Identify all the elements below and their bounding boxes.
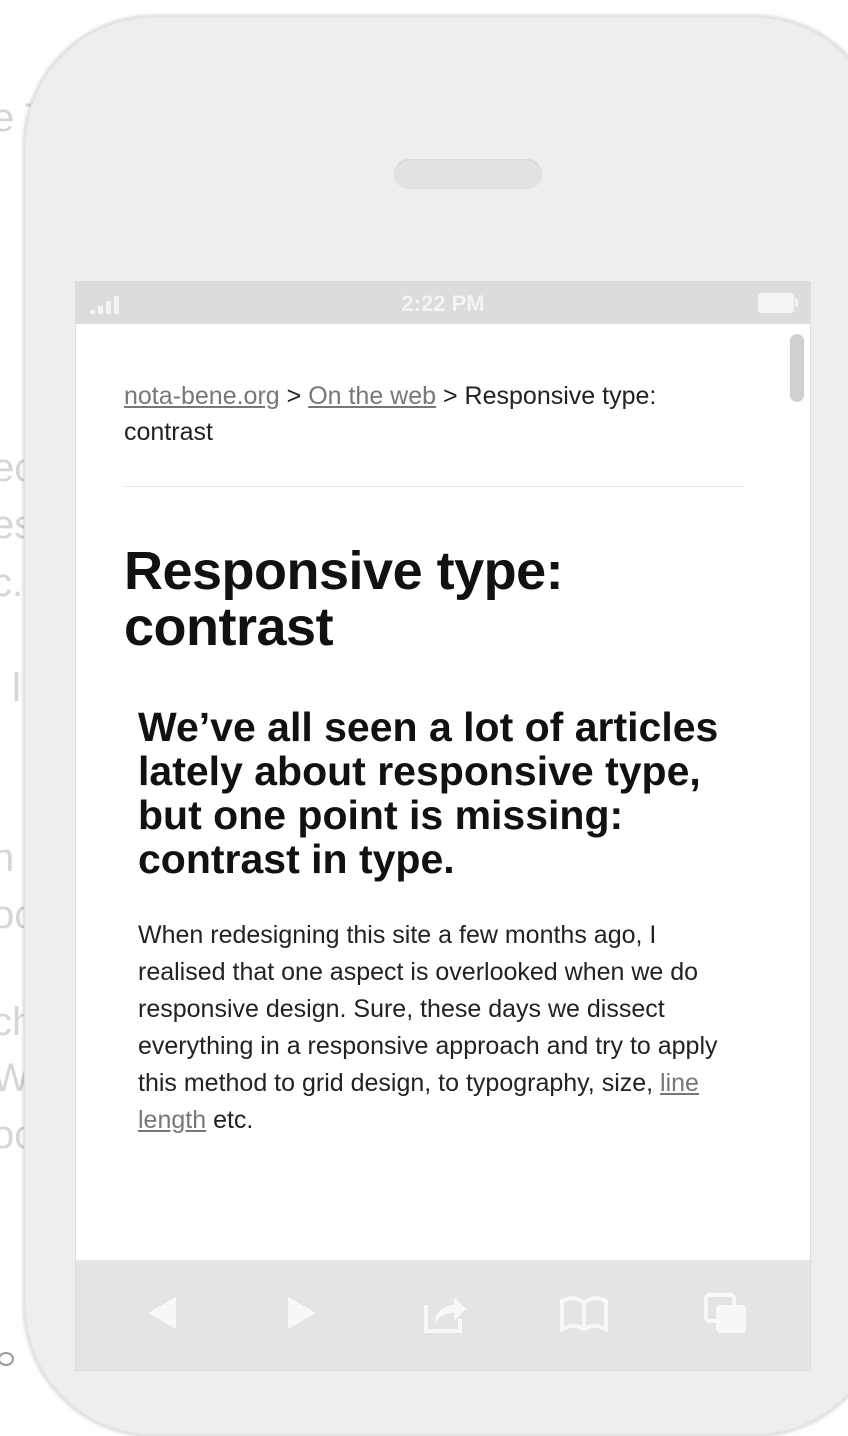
article-lead: We’ve all seen a lot of articles lately … [138,704,719,882]
status-time: 2:22 PM [401,291,485,316]
body-text: etc. [206,1106,254,1134]
article-body: When redesigning this site a few months … [138,917,746,1139]
background-text-fragment: c. [0,561,24,605]
breadcrumb-link-section[interactable]: On the web [308,382,436,410]
phone-screen: 2:22 PM nota-bene.org > On the web > Res… [76,282,810,1370]
bookmarks-book-icon[interactable] [554,1283,614,1343]
back-arrow-icon[interactable] [132,1283,192,1343]
page-content: nota-bene.org > On the web > Responsive … [124,378,744,1139]
phone-speaker [394,159,542,189]
background-text-fragment: n [0,836,15,880]
share-icon[interactable] [414,1283,474,1343]
breadcrumb: nota-bene.org > On the web > Responsive … [124,378,744,450]
partial-circle-mark [0,1352,14,1366]
page-title: Responsive type: contrast [124,541,564,657]
breadcrumb-link-home[interactable]: nota-bene.org [124,382,280,410]
divider [124,486,744,487]
scrollbar[interactable] [790,334,804,402]
forward-arrow-icon[interactable] [272,1283,332,1343]
background-text-fragment: l [12,666,21,710]
body-text: When redesigning this site a few months … [138,921,718,1097]
breadcrumb-separator: > [279,382,309,410]
battery-icon [758,293,798,313]
status-bar: 2:22 PM [76,282,810,324]
browser-toolbar [76,1260,810,1370]
tabs-pages-icon[interactable] [696,1283,756,1343]
breadcrumb-separator: > [436,382,465,410]
